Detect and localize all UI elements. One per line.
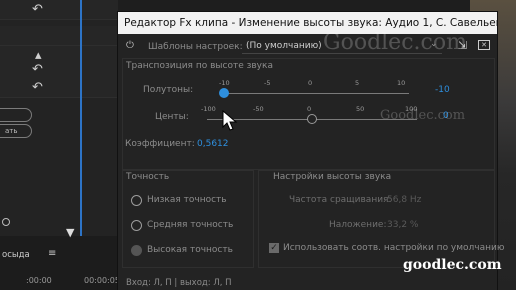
scroll-handle[interactable]: [2, 218, 10, 226]
marker-icon[interactable]: ▼: [66, 226, 74, 239]
cents-slider-thumb[interactable]: [307, 114, 317, 124]
tick-label: -5: [264, 79, 271, 87]
power-icon[interactable]: ⏻: [126, 40, 134, 51]
clip-pill-2[interactable]: ать: [0, 124, 32, 138]
ratio-value[interactable]: 0,5612: [197, 139, 229, 149]
radio-medium[interactable]: Средняя точность: [131, 220, 251, 232]
radio-button[interactable]: [131, 220, 142, 231]
checkbox-label: Использовать соотв. настройки по умолчан…: [283, 243, 505, 253]
timeline-label: осыда: [2, 250, 30, 260]
ratio-label: Коэффициент:: [125, 139, 195, 149]
track-row: [0, 26, 118, 46]
check-icon[interactable]: ✓: [269, 243, 279, 253]
semitones-slider-thumb[interactable]: [219, 88, 229, 98]
radio-label: Низкая точность: [147, 195, 227, 205]
menu-icon[interactable]: ≡: [48, 248, 56, 259]
timecode: :00:00: [26, 276, 52, 285]
overlap-value: 33,2 %: [387, 220, 419, 230]
radio-button-selected[interactable]: [131, 245, 142, 256]
playhead-line: [80, 0, 82, 236]
fx-editor-dialog: Редактор Fx клипа - Изменение высоты зву…: [118, 12, 504, 290]
timecode: 00:00:05: [84, 276, 120, 285]
watermark: goodlec.com: [403, 257, 502, 273]
preset-bar: ⏻ Шаблоны настроек: (По умолчанию) ⌄ ⇲ ✕: [118, 36, 497, 58]
presets-label: Шаблоны настроек:: [148, 42, 243, 52]
tick-label: -10: [219, 79, 230, 87]
splice-label: Частота сращивания:: [289, 195, 392, 205]
undo-icon[interactable]: ↶: [32, 81, 52, 94]
tick-label: 50: [356, 105, 365, 113]
use-defaults-checkbox[interactable]: ✓ Использовать соотв. настройки по умолч…: [269, 243, 504, 257]
tick-label: 5: [355, 79, 360, 87]
tick-label: 0: [307, 105, 312, 113]
timeline-panel: ▼ осыда ≡ :00:00 00:00:05: [0, 218, 120, 290]
undo-icon[interactable]: ↶: [32, 63, 52, 76]
tick-label: -50: [253, 105, 264, 113]
tick-label: 0: [308, 79, 313, 87]
radio-button[interactable]: [131, 195, 142, 206]
track-row: ↶: [0, 78, 118, 98]
group-label: Транспозиция по высоте звука: [126, 61, 273, 71]
mouse-cursor-icon: [222, 110, 238, 131]
clip-pill[interactable]: [0, 108, 32, 122]
semitones-value[interactable]: -10: [435, 85, 450, 95]
undo-icon[interactable]: ↶: [32, 3, 52, 16]
radio-label: Средняя точность: [147, 220, 234, 230]
watermark-overlay-2: Goodlec.com: [380, 108, 466, 123]
track-row: ↶: [0, 0, 118, 20]
save-preset-icon[interactable]: ⇲: [458, 39, 467, 52]
semitones-label: Полутоны:: [143, 85, 194, 95]
chevron-down-icon: ⌄: [430, 39, 438, 49]
radio-low[interactable]: Низкая точность: [131, 195, 251, 207]
pitch-settings-group: Настройки высоты звука Частота сращивани…: [258, 170, 504, 268]
io-info: Вход: Л, П | выход: Л, П: [126, 278, 232, 288]
preset-select[interactable]: (По умолчанию) ⌄: [242, 39, 442, 54]
radio-label: Высокая точность: [147, 245, 233, 255]
precision-group: Точность Низкая точность Средняя точност…: [122, 170, 254, 268]
tick-label: 10: [397, 79, 406, 87]
group-label: Точность: [126, 172, 170, 182]
delete-preset-icon[interactable]: ✕: [478, 40, 490, 50]
cents-label: Центы:: [155, 112, 189, 122]
radio-high[interactable]: Высокая точность: [131, 245, 251, 257]
overlap-label: Наложение:: [329, 220, 387, 230]
semitones-slider-track[interactable]: [221, 93, 409, 94]
preset-value: (По умолчанию): [246, 41, 322, 51]
group-label: Настройки высоты звука: [273, 172, 392, 182]
splice-value: 56,8 Hz: [387, 195, 422, 205]
tick-label: -100: [201, 105, 216, 113]
track-row: ↶: [0, 60, 118, 80]
